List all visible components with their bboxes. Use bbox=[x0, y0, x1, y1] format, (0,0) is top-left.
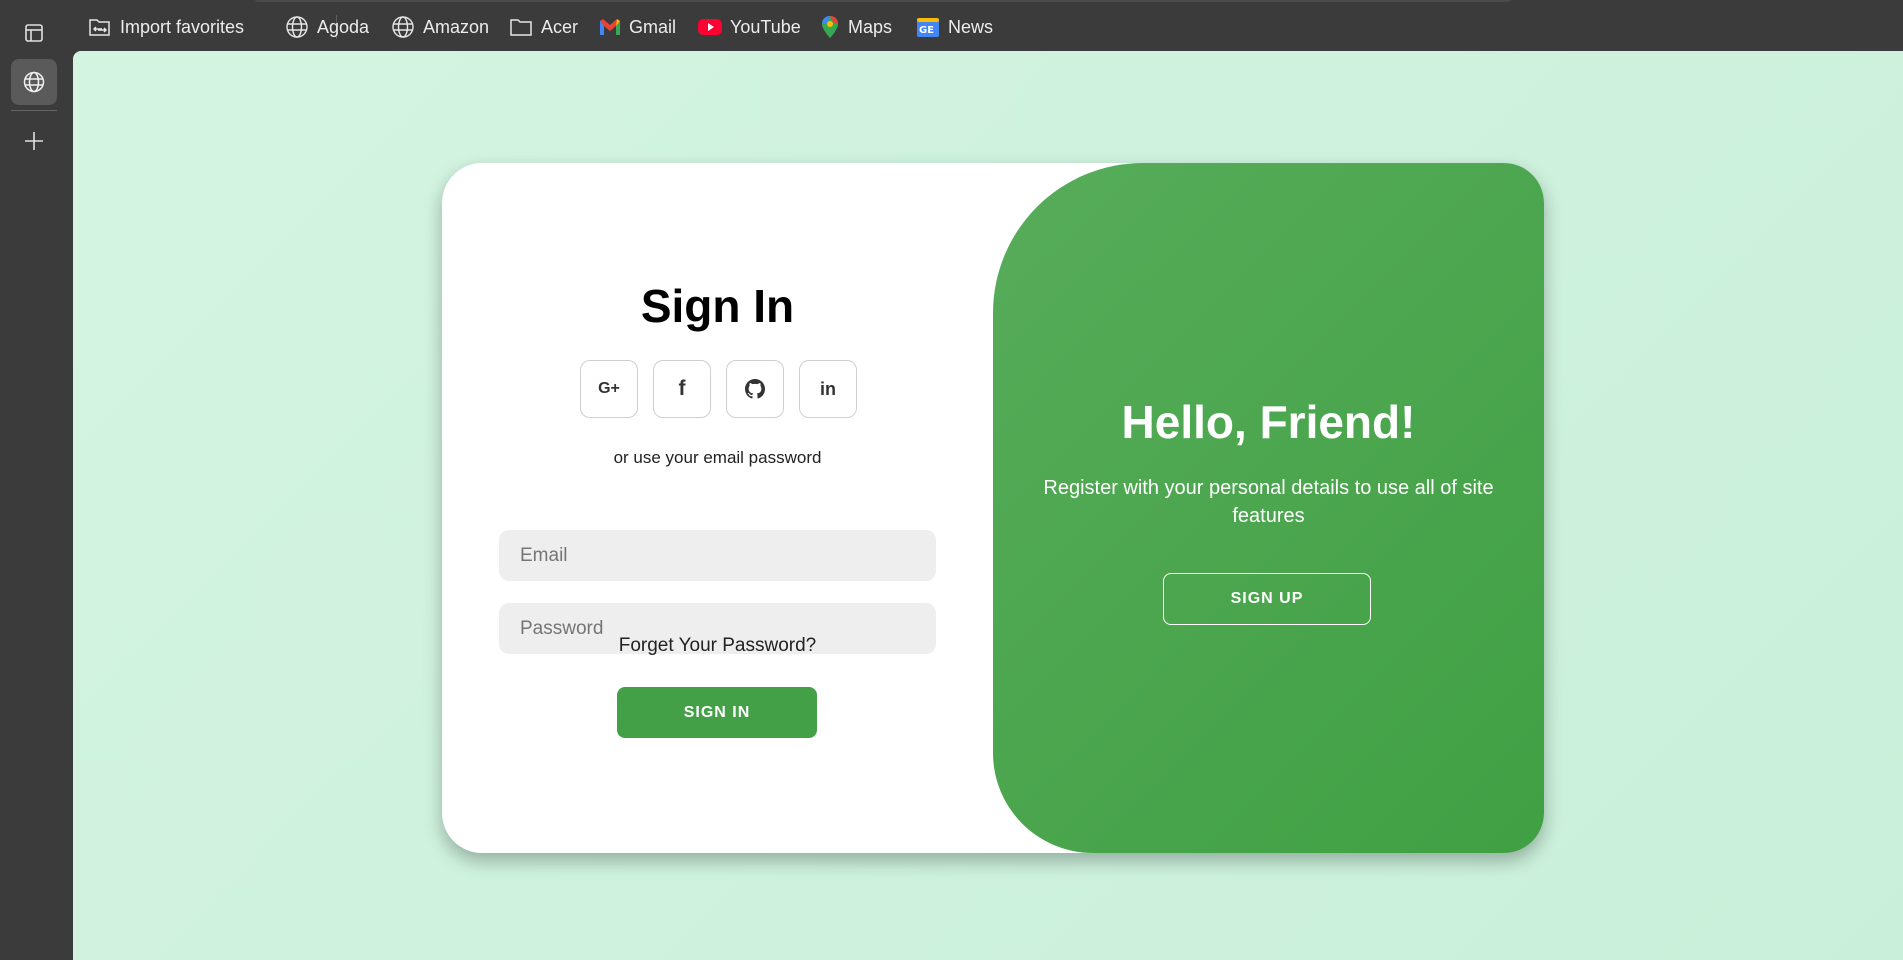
browser-sidebar bbox=[0, 0, 73, 960]
sidebar-divider bbox=[11, 110, 57, 111]
sign-in-form: Sign In G+ f in or use your email passwo… bbox=[442, 163, 993, 853]
favorite-news[interactable]: GE News bbox=[916, 12, 993, 42]
favorite-label: Amazon bbox=[423, 16, 490, 37]
favorite-label: Acer bbox=[541, 16, 579, 37]
favorite-gmail[interactable]: Gmail bbox=[599, 12, 676, 42]
favorite-acer[interactable]: Acer bbox=[509, 12, 578, 42]
linkedin-button[interactable]: in bbox=[799, 360, 857, 418]
sign-in-button[interactable]: SIGN IN bbox=[617, 687, 817, 738]
facebook-icon: f bbox=[678, 377, 686, 400]
new-tab-button[interactable] bbox=[11, 118, 57, 164]
sign-in-title: Sign In bbox=[640, 280, 795, 332]
address-bar-edge bbox=[253, 0, 1513, 2]
sign-up-panel: Hello, Friend! Register with your person… bbox=[993, 163, 1544, 853]
youtube-icon bbox=[698, 19, 722, 35]
github-button[interactable] bbox=[726, 360, 784, 418]
tab-actions-icon bbox=[25, 24, 43, 42]
favorites-bar: Import favorites Agoda Amazon Acer Gmail bbox=[73, 0, 1903, 51]
globe-icon bbox=[23, 71, 45, 93]
google-plus-button[interactable]: G+ bbox=[580, 360, 638, 418]
panel-text: Register with your personal details to u… bbox=[1043, 477, 1494, 527]
email-hint: or use your email password bbox=[613, 448, 822, 467]
globe-icon bbox=[286, 16, 308, 38]
maps-pin-icon bbox=[822, 16, 838, 38]
favorite-label: Import favorites bbox=[120, 16, 245, 37]
favorite-label: Gmail bbox=[629, 16, 677, 37]
panel-title: Hello, Friend! bbox=[1121, 396, 1416, 448]
social-login-row: G+ f in bbox=[580, 360, 857, 418]
folder-icon bbox=[510, 19, 532, 36]
svg-text:GE: GE bbox=[919, 25, 934, 36]
forgot-password-link[interactable]: Forget Your Password? bbox=[442, 635, 993, 657]
page-viewport: Sign In G+ f in or use your email passwo… bbox=[73, 51, 1903, 960]
email-input[interactable] bbox=[499, 530, 936, 581]
favorite-label: Maps bbox=[848, 16, 893, 37]
linkedin-icon: in bbox=[820, 378, 836, 399]
favorite-agoda[interactable]: Agoda bbox=[285, 12, 369, 42]
favorite-amazon[interactable]: Amazon bbox=[391, 12, 489, 42]
favorite-label: YouTube bbox=[730, 16, 801, 37]
github-icon bbox=[745, 379, 765, 399]
favorite-import-favorites[interactable]: Import favorites bbox=[88, 12, 244, 42]
auth-card: Sign In G+ f in or use your email passwo… bbox=[442, 163, 1544, 853]
favorite-label: News bbox=[948, 16, 994, 37]
tab-actions-button[interactable] bbox=[11, 10, 57, 56]
favorite-maps[interactable]: Maps bbox=[820, 12, 892, 42]
globe-icon bbox=[392, 16, 414, 38]
gmail-icon bbox=[600, 19, 620, 35]
plus-icon bbox=[25, 132, 43, 150]
facebook-button[interactable]: f bbox=[653, 360, 711, 418]
sign-up-button[interactable]: SIGN UP bbox=[1163, 573, 1371, 625]
favorite-label: Agoda bbox=[317, 16, 370, 37]
favorite-youtube[interactable]: YouTube bbox=[698, 12, 801, 42]
google-plus-icon: G+ bbox=[598, 380, 620, 397]
news-icon: GE bbox=[917, 18, 939, 37]
active-tab[interactable] bbox=[11, 59, 57, 105]
import-folder-icon bbox=[89, 19, 110, 36]
